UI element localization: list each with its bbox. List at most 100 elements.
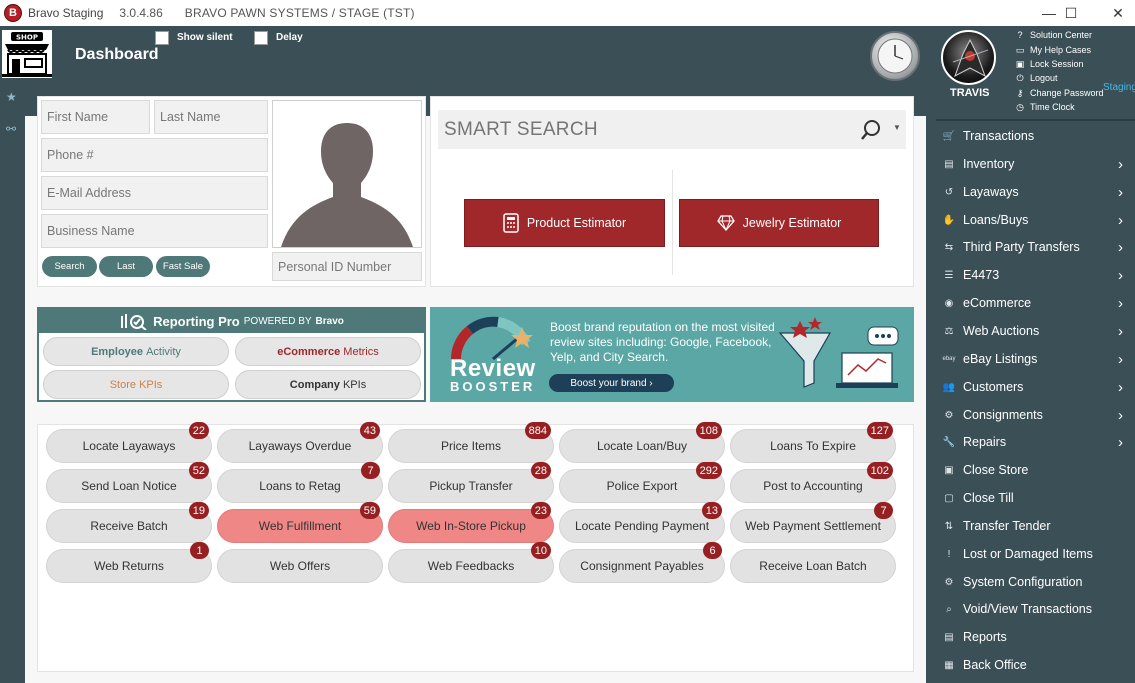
globe-icon: ◉ [944,297,954,309]
last-name-field[interactable]: Last Name [154,100,268,134]
business-name-field[interactable]: Business Name [41,214,268,248]
tile-consignment-payables[interactable]: Consignment Payables 6 [559,542,725,583]
count-badge: 13 [701,502,722,519]
company-kpis-label-a: Company [289,378,340,391]
time-clock-link[interactable]: ◷ Time Clock [1014,102,1075,113]
tile-locate-pending-payment[interactable]: Locate Pending Payment 13 [559,502,725,543]
maximize-button[interactable]: ☐ [1048,0,1094,26]
menu-item-system-configuration[interactable]: ⚙ System Configuration [942,569,1125,595]
show-silent-checkbox[interactable] [155,31,169,45]
employee-activity-button[interactable]: Employee Activity [43,337,229,366]
fast-sale-button[interactable]: Fast Sale [156,256,210,277]
menu-item-repairs[interactable]: 🔧 Repairs › [942,429,1125,455]
chevron-down-icon[interactable]: ▼ [893,123,901,132]
review-booster-text: Boost brand reputation on the most visit… [550,320,775,364]
user-avatar[interactable] [941,30,996,85]
smart-search-input[interactable] [444,110,844,149]
review-booster-banner[interactable]: Review BOOSTER Boost brand reputation on… [430,307,914,402]
menu-item-label: eBay Listings [963,352,1038,366]
phone-field[interactable]: Phone # [41,138,268,172]
product-estimator-button[interactable]: Product Estimator [464,199,665,247]
boost-brand-button[interactable]: Boost your brand › [549,374,674,392]
menu-item-transfer-tender[interactable]: ⇅ Transfer Tender [942,513,1125,539]
first-name-field[interactable]: First Name [41,100,150,134]
personal-id-field[interactable]: Personal ID Number [272,252,422,281]
menu-item-ecommerce[interactable]: ◉ eCommerce › [942,290,1125,316]
tile-label: Pickup Transfer [429,479,513,493]
menu-item-customers[interactable]: 👥 Customers › [942,374,1125,400]
company-kpis-label-b: KPIs [342,378,367,391]
tile-loans-to-retag[interactable]: Loans to Retag 7 [217,462,383,503]
ecommerce-metrics-button[interactable]: eCommerce Metrics [235,337,421,366]
search-button[interactable]: Search [42,256,97,277]
link-icon[interactable]: ⚯ [6,122,16,136]
clock-icon[interactable] [870,31,920,81]
close-button[interactable]: ✕ [1095,0,1135,26]
search-icon[interactable] [860,119,882,141]
tile-receive-loan-batch[interactable]: Receive Loan Batch [730,549,896,583]
tile-web-offers[interactable]: Web Offers [217,549,383,583]
title-bar: B Bravo Staging 3.0.4.86 BRAVO PAWN SYST… [0,0,1135,26]
menu-item-close-till[interactable]: ▢ Close Till [942,485,1125,511]
tile-loans-to-expire[interactable]: Loans To Expire 127 [730,422,896,463]
menu-item-label: eCommerce [963,296,1032,310]
reporting-brand: Bravo [315,315,344,327]
menu-item-close-store[interactable]: ▣ Close Store [942,457,1125,483]
menu-item-loans-buys[interactable]: ✋ Loans/Buys › [942,207,1125,233]
lock-icon: ▣ [1015,58,1025,69]
company-kpis-button[interactable]: Company KPIs [235,370,421,399]
tile-locate-loan-buy[interactable]: Locate Loan/Buy 108 [559,422,725,463]
menu-item-consignments[interactable]: ⚙ Consignments › [942,402,1125,428]
cogs-icon: ⚙ [944,576,954,588]
tile-post-to-accounting[interactable]: Post to Accounting 102 [730,462,896,503]
tile-send-loan-notice[interactable]: Send Loan Notice 52 [46,462,212,503]
menu-item-reports[interactable]: ▤ Reports [942,624,1125,650]
tile-police-export[interactable]: Police Export 292 [559,462,725,503]
solution-center-link[interactable]: ? Solution Center [1014,30,1092,40]
lock-session-link[interactable]: ▣ Lock Session [1014,58,1084,70]
logout-link[interactable]: ⏻ Logout [1014,72,1057,84]
tile-receive-batch[interactable]: Receive Batch 19 [46,502,212,543]
tile-web-fulfillment[interactable]: Web Fulfillment 59 [217,502,383,543]
menu-item-inventory[interactable]: ▤ Inventory › [942,151,1125,177]
menu-item-layaways[interactable]: ↺ Layaways › [942,179,1125,205]
left-rail: ★ ⚯ [0,90,25,683]
my-help-cases-link[interactable]: ▭ My Help Cases [1014,45,1091,56]
tile-web-payment-settlement[interactable]: Web Payment Settlement 7 [730,502,896,543]
menu-item-label: Void/View Transactions [963,602,1093,616]
users-icon: 👥 [942,381,956,393]
menu-item-ebay-listings[interactable]: ebay eBay Listings › [942,346,1125,372]
menu-item-back-office[interactable]: ▦ Back Office [942,652,1125,678]
diamond-icon [716,215,735,231]
ecommerce-metrics-label-a: eCommerce [277,345,341,358]
email-field[interactable]: E-Mail Address [41,176,268,210]
ebay-icon: ebay [942,356,956,362]
tile-web-in-store-pickup[interactable]: Web In-Store Pickup 23 [388,502,554,543]
menu-item-label: Customers [963,380,1024,394]
star-icon[interactable]: ★ [6,90,17,104]
menu-item-third-party-transfers[interactable]: ⇆ Third Party Transfers › [942,234,1125,260]
menu-item-void-view-transactions[interactable]: ⌕ Void/View Transactions [942,596,1125,622]
tile-layaways-overdue[interactable]: Layaways Overdue 43 [217,422,383,463]
menu-item-e4473[interactable]: ☰ E4473 › [942,262,1125,288]
shop-logo[interactable]: SHOP [2,30,52,78]
menu-item-web-auctions[interactable]: ⚖ Web Auctions › [942,318,1125,344]
tile-locate-layaways[interactable]: Locate Layaways 22 [46,422,212,463]
change-password-link[interactable]: ⚷ Change Password [1014,88,1104,99]
menu-item-lost-or-damaged-items[interactable]: ! Lost or Damaged Items [942,541,1125,567]
smart-search-bar: ▼ [438,110,906,149]
jewelry-estimator-button[interactable]: Jewelry Estimator [679,199,879,247]
last-button[interactable]: Last [99,256,153,277]
tile-label: Locate Loan/Buy [596,439,688,453]
menu-item-transactions[interactable]: 🛒 Transactions [942,123,1125,149]
tile-web-returns[interactable]: Web Returns 1 [46,542,212,583]
tile-web-feedbacks[interactable]: Web Feedbacks 10 [388,542,554,583]
consign-icon: ⚙ [944,409,954,421]
logout-icon: ⏻ [1016,72,1024,83]
delay-checkbox[interactable] [254,31,268,45]
customer-photo[interactable] [272,100,422,248]
tile-price-items[interactable]: Price Items 884 [388,422,554,463]
store-kpis-button[interactable]: Store KPIs [43,370,229,399]
tile-pickup-transfer[interactable]: Pickup Transfer 28 [388,462,554,503]
shop-logo-text: SHOP [16,34,38,42]
